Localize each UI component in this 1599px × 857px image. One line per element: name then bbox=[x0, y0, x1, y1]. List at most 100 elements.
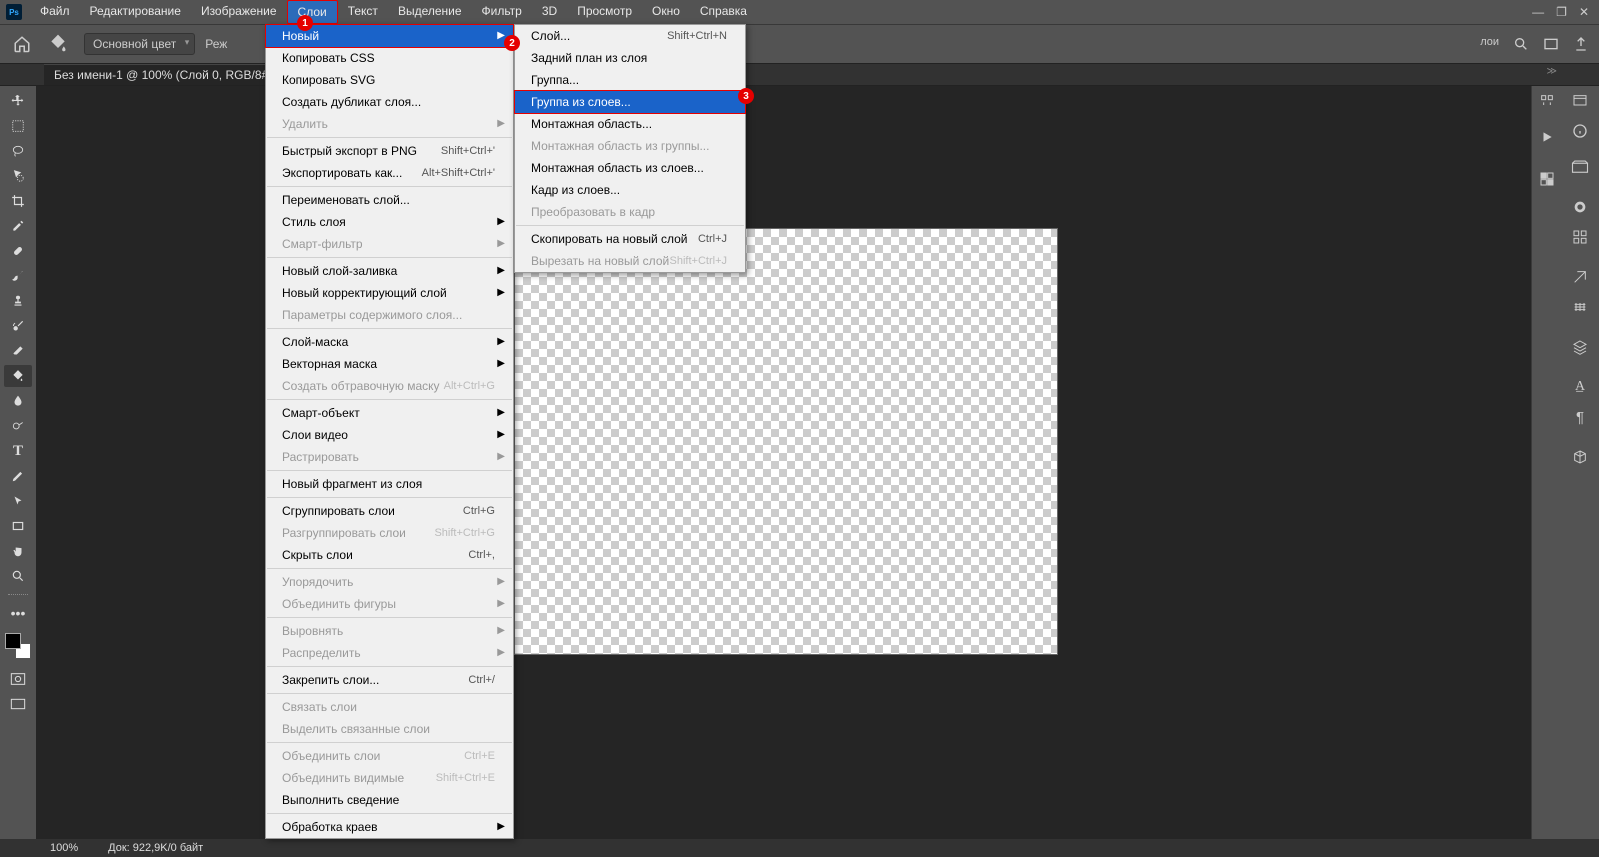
canvas-area bbox=[36, 86, 1531, 839]
doc-size[interactable]: Док: 922,9K/0 байт bbox=[108, 842, 203, 854]
marquee-tool[interactable] bbox=[4, 115, 32, 137]
menu-item[interactable]: Сгруппировать слоиCtrl+G bbox=[266, 500, 513, 522]
lasso-tool[interactable] bbox=[4, 140, 32, 162]
menu-item[interactable]: Векторная маска▶ bbox=[266, 353, 513, 375]
minimize-icon[interactable]: — bbox=[1532, 5, 1544, 19]
rectangle-tool[interactable] bbox=[4, 515, 32, 537]
menubar-item-1[interactable]: Редактирование bbox=[80, 0, 191, 24]
menubar-item-0[interactable]: Файл bbox=[30, 0, 80, 24]
submenu-arrow-icon: ▶ bbox=[497, 407, 505, 418]
hand-tool[interactable] bbox=[4, 540, 32, 562]
stamp-tool[interactable] bbox=[4, 290, 32, 312]
learn-panel-icon[interactable] bbox=[1569, 90, 1591, 112]
menu-item[interactable]: Новый фрагмент из слоя bbox=[266, 473, 513, 495]
menu-item-label: Смарт-объект bbox=[282, 406, 360, 420]
paint-bucket-icon[interactable] bbox=[48, 33, 70, 55]
menu-item[interactable]: Слой-маска▶ bbox=[266, 331, 513, 353]
zoom-level[interactable]: 100% bbox=[50, 842, 78, 854]
window-controls: — ❐ ✕ bbox=[1532, 5, 1599, 19]
menu-item[interactable]: Обработка краев▶ bbox=[266, 816, 513, 838]
menubar-item-6[interactable]: Фильтр bbox=[472, 0, 532, 24]
properties-panel-icon[interactable] bbox=[1569, 226, 1591, 248]
menubar-item-10[interactable]: Справка bbox=[690, 0, 757, 24]
actions-panel-icon[interactable] bbox=[1536, 126, 1558, 148]
close-icon[interactable]: ✕ bbox=[1579, 5, 1589, 19]
crop-tool[interactable] bbox=[4, 190, 32, 212]
type-tool[interactable]: T bbox=[4, 440, 32, 462]
home-icon[interactable] bbox=[10, 32, 34, 56]
menu-item[interactable]: Скрыть слоиCtrl+, bbox=[266, 544, 513, 566]
submenu-arrow-icon: ▶ bbox=[497, 216, 505, 227]
share-icon[interactable] bbox=[1573, 36, 1589, 52]
move-tool[interactable] bbox=[4, 90, 32, 112]
menu-item[interactable]: Скопировать на новый слойCtrl+J bbox=[515, 228, 745, 250]
menu-item[interactable]: Переименовать слой... bbox=[266, 189, 513, 211]
menu-item[interactable]: Копировать SVG bbox=[266, 69, 513, 91]
brush-tool[interactable] bbox=[4, 265, 32, 287]
dodge-tool[interactable] bbox=[4, 415, 32, 437]
menubar-item-7[interactable]: 3D bbox=[532, 0, 567, 24]
quick-mask-icon[interactable] bbox=[4, 668, 32, 690]
menu-item[interactable]: Группа... bbox=[515, 69, 745, 91]
menu-item[interactable]: Монтажная область из слоев... bbox=[515, 157, 745, 179]
menu-shortcut: Ctrl+, bbox=[468, 549, 495, 561]
screen-mode-icon[interactable] bbox=[4, 693, 32, 715]
pen-tool[interactable] bbox=[4, 465, 32, 487]
menu-item[interactable]: Новый слой-заливка▶ bbox=[266, 260, 513, 282]
eyedropper-tool[interactable] bbox=[4, 215, 32, 237]
character-panel-icon[interactable]: A̲ bbox=[1569, 376, 1591, 398]
menu-item[interactable]: Создать дубликат слоя... bbox=[266, 91, 513, 113]
history-panel-icon[interactable] bbox=[1536, 90, 1558, 112]
color-panel-icon[interactable] bbox=[1569, 196, 1591, 218]
menubar-item-5[interactable]: Выделение bbox=[388, 0, 472, 24]
menu-item[interactable]: Быстрый экспорт в PNGShift+Ctrl+' bbox=[266, 140, 513, 162]
edit-toolbar-icon[interactable]: ••• bbox=[4, 602, 32, 624]
canvas[interactable] bbox=[514, 228, 1058, 655]
menu-item[interactable]: Кадр из слоев... bbox=[515, 179, 745, 201]
frame-icon[interactable] bbox=[1543, 36, 1559, 52]
blur-tool[interactable] bbox=[4, 390, 32, 412]
menu-separator bbox=[267, 399, 512, 400]
layers-panel-icon[interactable] bbox=[1569, 336, 1591, 358]
menu-item[interactable]: Стиль слоя▶ bbox=[266, 211, 513, 233]
menu-item[interactable]: Монтажная область... bbox=[515, 113, 745, 135]
swatches-panel-icon[interactable] bbox=[1536, 168, 1558, 190]
healing-tool[interactable] bbox=[4, 240, 32, 262]
menu-item[interactable]: Смарт-объект ▶ bbox=[266, 402, 513, 424]
menubar-item-4[interactable]: Текст bbox=[338, 0, 388, 24]
3d-panel-icon[interactable] bbox=[1569, 446, 1591, 468]
menu-item[interactable]: Копировать CSS bbox=[266, 47, 513, 69]
fill-source-dropdown[interactable]: Основной цвет bbox=[84, 33, 195, 55]
menubar-item-9[interactable]: Окно bbox=[642, 0, 690, 24]
color-swatches[interactable] bbox=[5, 633, 31, 659]
menu-item-label: Растрировать bbox=[282, 450, 359, 464]
search-icon[interactable] bbox=[1513, 36, 1529, 52]
menu-item[interactable]: Слои видео▶ bbox=[266, 424, 513, 446]
menubar-item-2[interactable]: Изображение bbox=[191, 0, 287, 24]
styles-panel-icon[interactable] bbox=[1569, 296, 1591, 318]
menubar-item-8[interactable]: Просмотр bbox=[567, 0, 642, 24]
menu-item[interactable]: Закрепить слои...Ctrl+/ bbox=[266, 669, 513, 691]
menu-item[interactable]: Задний план из слоя bbox=[515, 47, 745, 69]
path-select-tool[interactable] bbox=[4, 490, 32, 512]
zoom-tool[interactable] bbox=[4, 565, 32, 587]
info-panel-icon[interactable] bbox=[1569, 120, 1591, 142]
menu-item[interactable]: Новый корректирующий слой▶ bbox=[266, 282, 513, 304]
menu-item: Распределить▶ bbox=[266, 642, 513, 664]
menu-item[interactable]: Экспортировать как...Alt+Shift+Ctrl+' bbox=[266, 162, 513, 184]
adjustments-panel-icon[interactable] bbox=[1569, 266, 1591, 288]
maximize-icon[interactable]: ❐ bbox=[1556, 5, 1567, 19]
menu-item[interactable]: Выполнить сведение bbox=[266, 789, 513, 811]
foreground-swatch[interactable] bbox=[5, 633, 21, 649]
menu-item[interactable]: Слой...Shift+Ctrl+N bbox=[515, 25, 745, 47]
libraries-panel-icon[interactable] bbox=[1569, 156, 1591, 178]
paragraph-panel-icon[interactable]: ¶ bbox=[1569, 406, 1591, 428]
menu-item-label: Связать слои bbox=[282, 700, 357, 714]
eraser-tool[interactable] bbox=[4, 340, 32, 362]
menu-separator bbox=[267, 666, 512, 667]
menu-item[interactable]: Группа из слоев... bbox=[514, 90, 746, 114]
history-brush-tool[interactable] bbox=[4, 315, 32, 337]
gradient-tool[interactable] bbox=[4, 365, 32, 387]
menu-separator bbox=[267, 813, 512, 814]
quick-select-tool[interactable] bbox=[4, 165, 32, 187]
